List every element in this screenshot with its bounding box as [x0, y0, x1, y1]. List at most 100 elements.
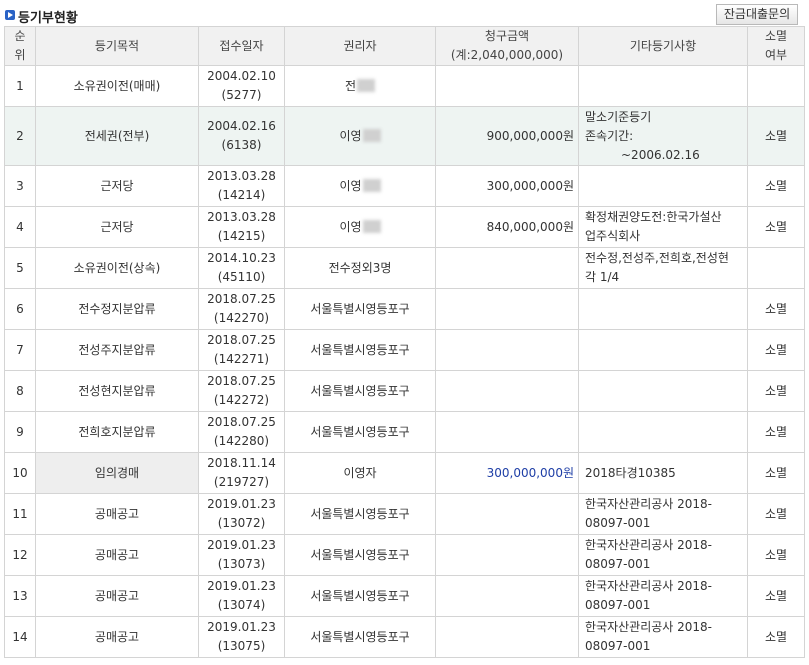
row-date: 2014.10.23 (45110): [198, 247, 285, 289]
row-purpose: 공매공고: [35, 575, 199, 617]
row-purpose: 전성현지분압류: [35, 370, 199, 412]
row-holder: 전수정외3명: [284, 247, 436, 289]
row-date: 2019.01.23 (13074): [198, 575, 285, 617]
row-other: 확정채권양도전:한국가설산 업주식회사: [578, 206, 748, 248]
row-other: 한국자산관리공사 2018- 08097-001: [578, 616, 748, 658]
table-row: 14 공매공고 2019.01.23 (13075) 서울특별시영등포구 한국자산관리공사…: [4, 616, 805, 658]
col-header-amount: 청구금액 (계:2,040,000,000): [435, 26, 579, 66]
row-amount: [435, 493, 579, 535]
row-cancel-status: 소멸: [747, 165, 805, 207]
row-amount: 300,000,000원: [435, 452, 579, 494]
row-holder: 이영: [284, 106, 436, 166]
table-row: 12 공매공고 2019.01.23 (13073) 서울특별시영등포구 한국자산관리공사…: [4, 534, 805, 576]
row-amount: [435, 616, 579, 658]
row-holder: 서울특별시영등포구: [284, 329, 436, 371]
row-other: [578, 288, 748, 330]
row-date: 2019.01.23 (13075): [198, 616, 285, 658]
section-header: 등기부현황 잔금대출문의: [0, 0, 809, 28]
table-row: 13 공매공고 2019.01.23 (13074) 서울특별시영등포구 한국자산관리공사…: [4, 575, 805, 617]
row-cancel-status: 소멸: [747, 616, 805, 658]
row-holder: 서울특별시영등포구: [284, 370, 436, 412]
table-row: 5 소유권이전(상속) 2014.10.23 (45110) 전수정외3명 전수정,전성주…: [4, 247, 805, 289]
row-other: 전수정,전성주,전희호,전성현 각 1/4: [578, 247, 748, 289]
row-purpose: 공매공고: [35, 493, 199, 535]
table-row: 3 근저당 2013.03.28 (14214) 이영 300,000,000원 소멸: [4, 165, 805, 207]
redacted-name-mask: [362, 219, 381, 233]
table-row: 7 전성주지분압류 2018.07.25 (142271) 서울특별시영등포구 소멸: [4, 329, 805, 371]
row-date: 2018.07.25 (142280): [198, 411, 285, 453]
row-amount: 900,000,000원: [435, 106, 579, 166]
row-other: 한국자산관리공사 2018- 08097-001: [578, 534, 748, 576]
row-purpose: 전수정지분압류: [35, 288, 199, 330]
row-other: 한국자산관리공사 2018- 08097-001: [578, 493, 748, 535]
table-row: 4 근저당 2013.03.28 (14215) 이영 840,000,000원 확정채권양…: [4, 206, 805, 248]
row-holder: 서울특별시영등포구: [284, 493, 436, 535]
row-amount: [435, 329, 579, 371]
row-amount: 300,000,000원: [435, 165, 579, 207]
row-rank: 11: [4, 493, 36, 535]
row-holder: 이영: [284, 165, 436, 207]
table-header-row: 순위 등기목적 접수일자 권리자 청구금액 (계:2,040,000,000) 기…: [4, 26, 805, 66]
row-rank: 12: [4, 534, 36, 576]
row-holder: 서울특별시영등포구: [284, 288, 436, 330]
row-date: 2018.11.14 (219727): [198, 452, 285, 494]
row-cancel-status: 소멸: [747, 575, 805, 617]
row-amount: [435, 534, 579, 576]
row-holder: 이영자: [284, 452, 436, 494]
col-header-holder: 권리자: [284, 26, 436, 66]
table-row: 2 전세권(전부) 2004.02.16 (6138) 이영 900,000,000원 말소…: [4, 106, 805, 166]
row-holder: 전: [284, 65, 436, 107]
balance-loan-inquiry-button[interactable]: 잔금대출문의: [716, 4, 798, 25]
row-date: 2013.03.28 (14215): [198, 206, 285, 248]
page-title: 등기부현황: [18, 11, 78, 26]
row-purpose: 소유권이전(상속): [35, 247, 199, 289]
row-cancel-status: 소멸: [747, 106, 805, 166]
row-rank: 3: [4, 165, 36, 207]
row-cancel-status: 소멸: [747, 493, 805, 535]
redacted-name-mask: [357, 78, 376, 92]
row-rank: 4: [4, 206, 36, 248]
row-purpose: 소유권이전(매매): [35, 65, 199, 107]
row-holder: 서울특별시영등포구: [284, 616, 436, 658]
row-date: 2004.02.10 (5277): [198, 65, 285, 107]
row-date: 2018.07.25 (142271): [198, 329, 285, 371]
table-row: 1 소유권이전(매매) 2004.02.10 (5277) 전: [4, 65, 805, 107]
row-amount: [435, 370, 579, 412]
row-holder: 서울특별시영등포구: [284, 411, 436, 453]
row-other: 말소기준등기 존속기간: ~2006.02.16: [578, 106, 748, 166]
row-date: 2004.02.16 (6138): [198, 106, 285, 166]
row-holder: 서울특별시영등포구: [284, 534, 436, 576]
row-cancel-status: 소멸: [747, 411, 805, 453]
row-cancel-status: 소멸: [747, 329, 805, 371]
row-amount: [435, 288, 579, 330]
row-rank: 9: [4, 411, 36, 453]
table-row: 6 전수정지분압류 2018.07.25 (142270) 서울특별시영등포구 소멸: [4, 288, 805, 330]
row-rank: 7: [4, 329, 36, 371]
row-date: 2019.01.23 (13072): [198, 493, 285, 535]
row-cancel-status: [747, 65, 805, 107]
row-date: 2018.07.25 (142270): [198, 288, 285, 330]
col-header-cancel: 소멸 여부: [747, 26, 805, 66]
table-row: 11 공매공고 2019.01.23 (13072) 서울특별시영등포구 한국자산관리공사…: [4, 493, 805, 535]
row-rank: 14: [4, 616, 36, 658]
row-cancel-status: 소멸: [747, 288, 805, 330]
row-cancel-status: 소멸: [747, 206, 805, 248]
row-purpose: 전성주지분압류: [35, 329, 199, 371]
row-other: [578, 165, 748, 207]
row-purpose: 전세권(전부): [35, 106, 199, 166]
row-rank: 8: [4, 370, 36, 412]
row-date: 2018.07.25 (142272): [198, 370, 285, 412]
row-cancel-status: 소멸: [747, 452, 805, 494]
row-date: 2013.03.28 (14214): [198, 165, 285, 207]
row-rank: 13: [4, 575, 36, 617]
col-header-date: 접수일자: [198, 26, 285, 66]
row-other: 한국자산관리공사 2018- 08097-001: [578, 575, 748, 617]
row-other: [578, 329, 748, 371]
row-amount: [435, 575, 579, 617]
registry-table: 순위 등기목적 접수일자 권리자 청구금액 (계:2,040,000,000) 기…: [4, 26, 805, 658]
row-cancel-status: [747, 247, 805, 289]
row-amount: [435, 411, 579, 453]
row-purpose: 공매공고: [35, 534, 199, 576]
table-row: 8 전성현지분압류 2018.07.25 (142272) 서울특별시영등포구 소멸: [4, 370, 805, 412]
row-rank: 1: [4, 65, 36, 107]
